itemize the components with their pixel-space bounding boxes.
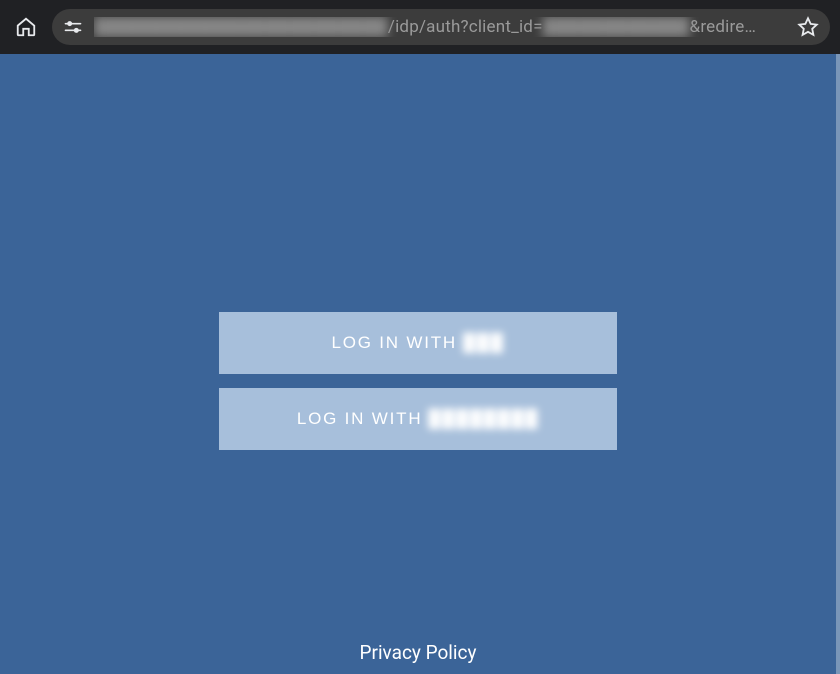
- url-text: ████████████████████████/idp/auth?client…: [94, 17, 784, 37]
- privacy-policy-link[interactable]: Privacy Policy: [0, 641, 836, 664]
- login-btn-label-1-prefix: LOG IN WITH: [331, 333, 457, 353]
- login-button-provider-1[interactable]: LOG IN WITH ███: [219, 312, 617, 374]
- login-btn-label-1-suffix-obscured: ███: [463, 333, 505, 353]
- home-icon: [15, 16, 37, 38]
- site-settings-button[interactable]: [62, 16, 84, 38]
- url-path: /idp/auth?client_id=: [388, 17, 543, 37]
- star-icon: [797, 16, 819, 38]
- scrollbar-track[interactable]: [836, 54, 840, 674]
- login-buttons: LOG IN WITH ███ LOG IN WITH ████████: [219, 312, 617, 450]
- tune-icon: [63, 17, 83, 37]
- bookmark-button[interactable]: [794, 13, 822, 41]
- address-bar[interactable]: ████████████████████████/idp/auth?client…: [52, 9, 830, 45]
- login-btn-label-2-suffix-obscured: ████████: [428, 409, 539, 429]
- url-obscured-host: ████████████████████████: [94, 17, 388, 37]
- url-tail: &redire…: [690, 17, 757, 37]
- login-button-provider-2[interactable]: LOG IN WITH ████████: [219, 388, 617, 450]
- home-button[interactable]: [10, 11, 42, 43]
- url-obscured-client-id: ████████████: [543, 17, 690, 37]
- login-btn-label-2-prefix: LOG IN WITH: [297, 409, 423, 429]
- browser-toolbar: ████████████████████████/idp/auth?client…: [0, 0, 840, 54]
- page-body: LOG IN WITH ███ LOG IN WITH ████████ Pri…: [0, 54, 836, 674]
